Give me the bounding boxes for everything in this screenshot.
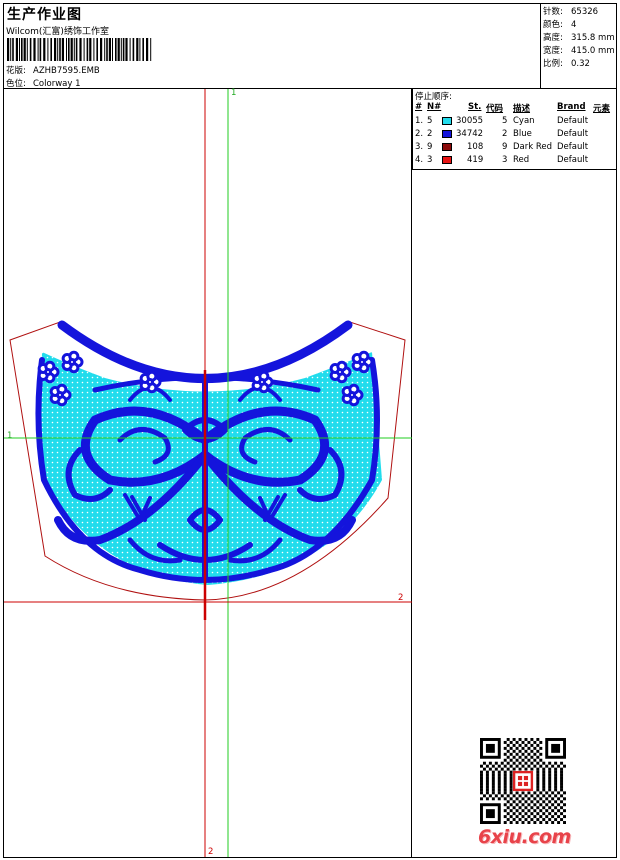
axis-label-v2: 2 [208,847,214,857]
axis-label-v1: 1 [231,88,237,98]
site-watermark: 6xiu.com [478,826,571,848]
axis-label-h2: 2 [398,593,404,603]
axis-label-h1: 1 [7,431,13,441]
qr-code-icon [480,738,566,824]
blue-ornament-motif [35,320,380,583]
embroidery-drawing [4,89,412,857]
